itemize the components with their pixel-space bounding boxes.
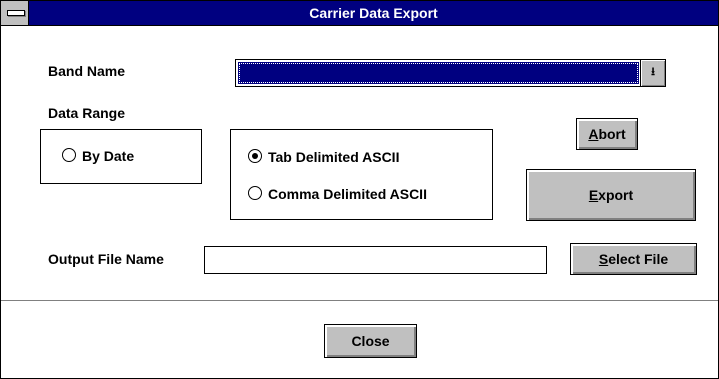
band-name-dropdown[interactable]: ⭳ (235, 59, 666, 87)
by-date-radio[interactable]: By Date (62, 147, 134, 165)
select-file-mnemonic: S (598, 251, 609, 267)
radio-unchecked-icon (248, 186, 262, 200)
output-file-name-label: Output File Name (48, 251, 164, 267)
tab-delimited-radio[interactable]: Tab Delimited ASCII (248, 148, 399, 166)
close-button[interactable]: Close (324, 324, 417, 358)
system-menu-icon (7, 10, 25, 16)
export-mnemonic: E (588, 187, 599, 203)
window-title: Carrier Data Export (309, 5, 438, 21)
select-file-label: elect File (608, 251, 669, 267)
output-file-name-input[interactable] (204, 246, 547, 274)
export-label: xport (598, 187, 634, 203)
by-date-label: By Date (82, 148, 135, 164)
abort-label: bort (598, 126, 626, 142)
footer-divider (1, 300, 718, 302)
carrier-data-export-dialog: Carrier Data Export Band Name ⭳ Data Ran… (0, 0, 719, 379)
comma-delimited-radio[interactable]: Comma Delimited ASCII (248, 185, 427, 203)
band-name-selected-value[interactable] (238, 62, 639, 84)
data-range-label: Data Range (48, 105, 126, 121)
select-file-button[interactable]: Select File (570, 243, 697, 275)
system-menu-button[interactable] (1, 1, 29, 25)
dropdown-arrow-icon[interactable]: ⭳ (640, 60, 665, 86)
export-button[interactable]: Export (526, 169, 696, 221)
date-range-group: By Date (40, 129, 202, 184)
title-bar: Carrier Data Export (1, 1, 718, 26)
abort-mnemonic: A (588, 126, 599, 142)
band-name-label: Band Name (48, 63, 126, 79)
comma-delimited-label: Comma Delimited ASCII (268, 186, 427, 202)
export-format-group: Tab Delimited ASCII Comma Delimited ASCI… (230, 129, 493, 220)
tab-delimited-label: Tab Delimited ASCII (268, 149, 400, 165)
abort-button[interactable]: Abort (576, 118, 638, 150)
close-label: Close (351, 333, 390, 349)
radio-checked-icon (248, 149, 262, 163)
radio-unchecked-icon (62, 148, 76, 162)
